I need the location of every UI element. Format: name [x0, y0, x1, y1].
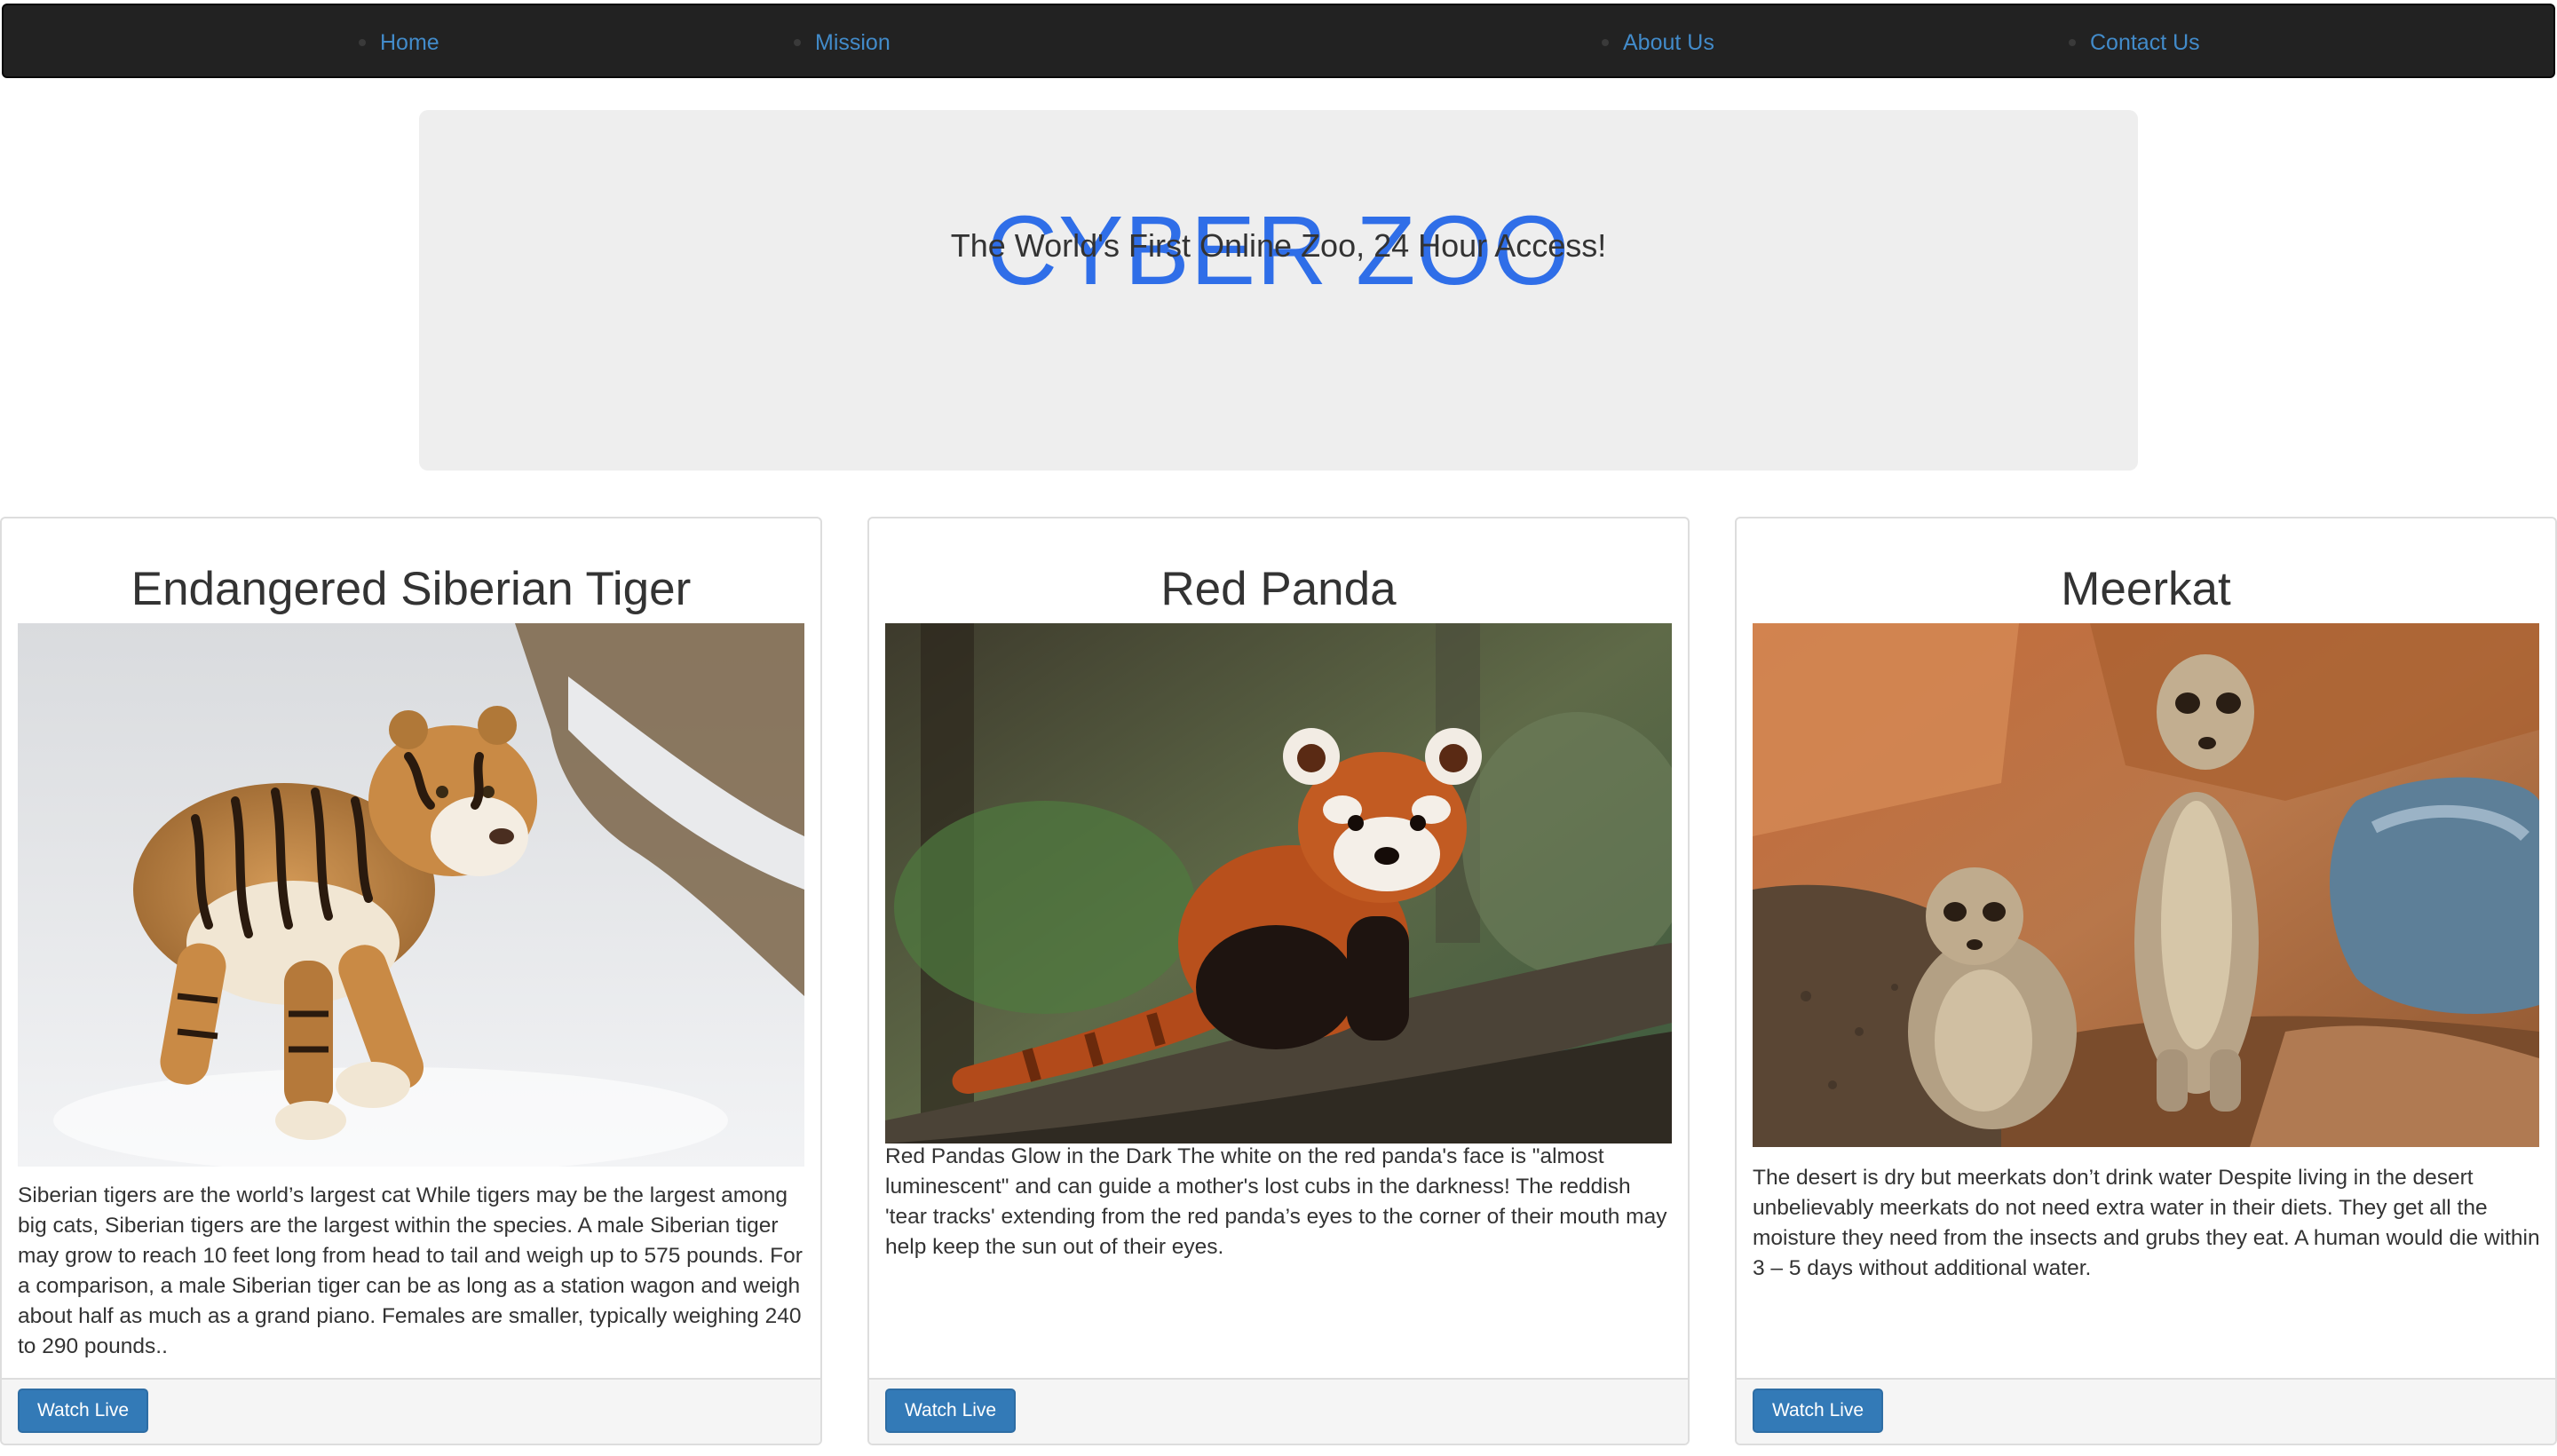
bullet-icon: [794, 39, 801, 46]
tiger-photo: [18, 623, 804, 1167]
watch-live-button[interactable]: Watch Live: [885, 1389, 1017, 1433]
card-footer: Watch Live: [869, 1378, 1688, 1444]
bullet-icon: [2069, 39, 2076, 46]
card-footer: Watch Live: [2, 1378, 820, 1444]
hero-jumbotron: CYBER ZOO The World's First Online Zoo, …: [419, 110, 2138, 471]
bullet-icon: [1602, 39, 1609, 46]
meerkat-photo: [1753, 623, 2539, 1147]
nav-item-contact[interactable]: Contact Us: [2069, 5, 2200, 80]
card-description: Red Pandas Glow in the Dark The white on…: [885, 1144, 1667, 1259]
nav-link-contact[interactable]: Contact Us: [2090, 30, 2200, 56]
nav-item-about[interactable]: About Us: [1602, 5, 1714, 80]
card-title: Red Panda: [1160, 563, 1397, 615]
watch-live-button[interactable]: Watch Live: [1753, 1389, 1884, 1433]
card-description: Siberian tigers are the world’s largest …: [18, 1183, 803, 1358]
nav-item-home[interactable]: Home: [359, 5, 439, 80]
nav-item-mission[interactable]: Mission: [794, 5, 891, 80]
card-footer: Watch Live: [1737, 1378, 2555, 1444]
card-description: The desert is dry but meerkats don’t dri…: [1753, 1166, 2540, 1280]
watch-live-button[interactable]: Watch Live: [18, 1389, 149, 1433]
animal-card-meerkat: Meerkat The desert is dry but meerkats d…: [1735, 517, 2557, 1445]
card-title: Endangered Siberian Tiger: [131, 563, 692, 615]
nav-link-mission[interactable]: Mission: [815, 30, 891, 56]
red-panda-photo: [885, 623, 1672, 1143]
nav-link-about[interactable]: About Us: [1623, 30, 1714, 56]
site-tagline: The World's First Online Zoo, 24 Hour Ac…: [950, 227, 1607, 264]
animal-card-tiger: Endangered Siberian Tiger Siberian tiger…: [0, 517, 822, 1445]
bullet-icon: [359, 39, 366, 46]
top-navbar: Home Mission About Us Contact Us: [2, 4, 2555, 78]
animal-card-red-panda: Red Panda Red Pandas Glow in the Dark Th…: [867, 517, 1690, 1445]
nav-link-home[interactable]: Home: [380, 30, 439, 56]
card-title: Meerkat: [2061, 563, 2231, 615]
